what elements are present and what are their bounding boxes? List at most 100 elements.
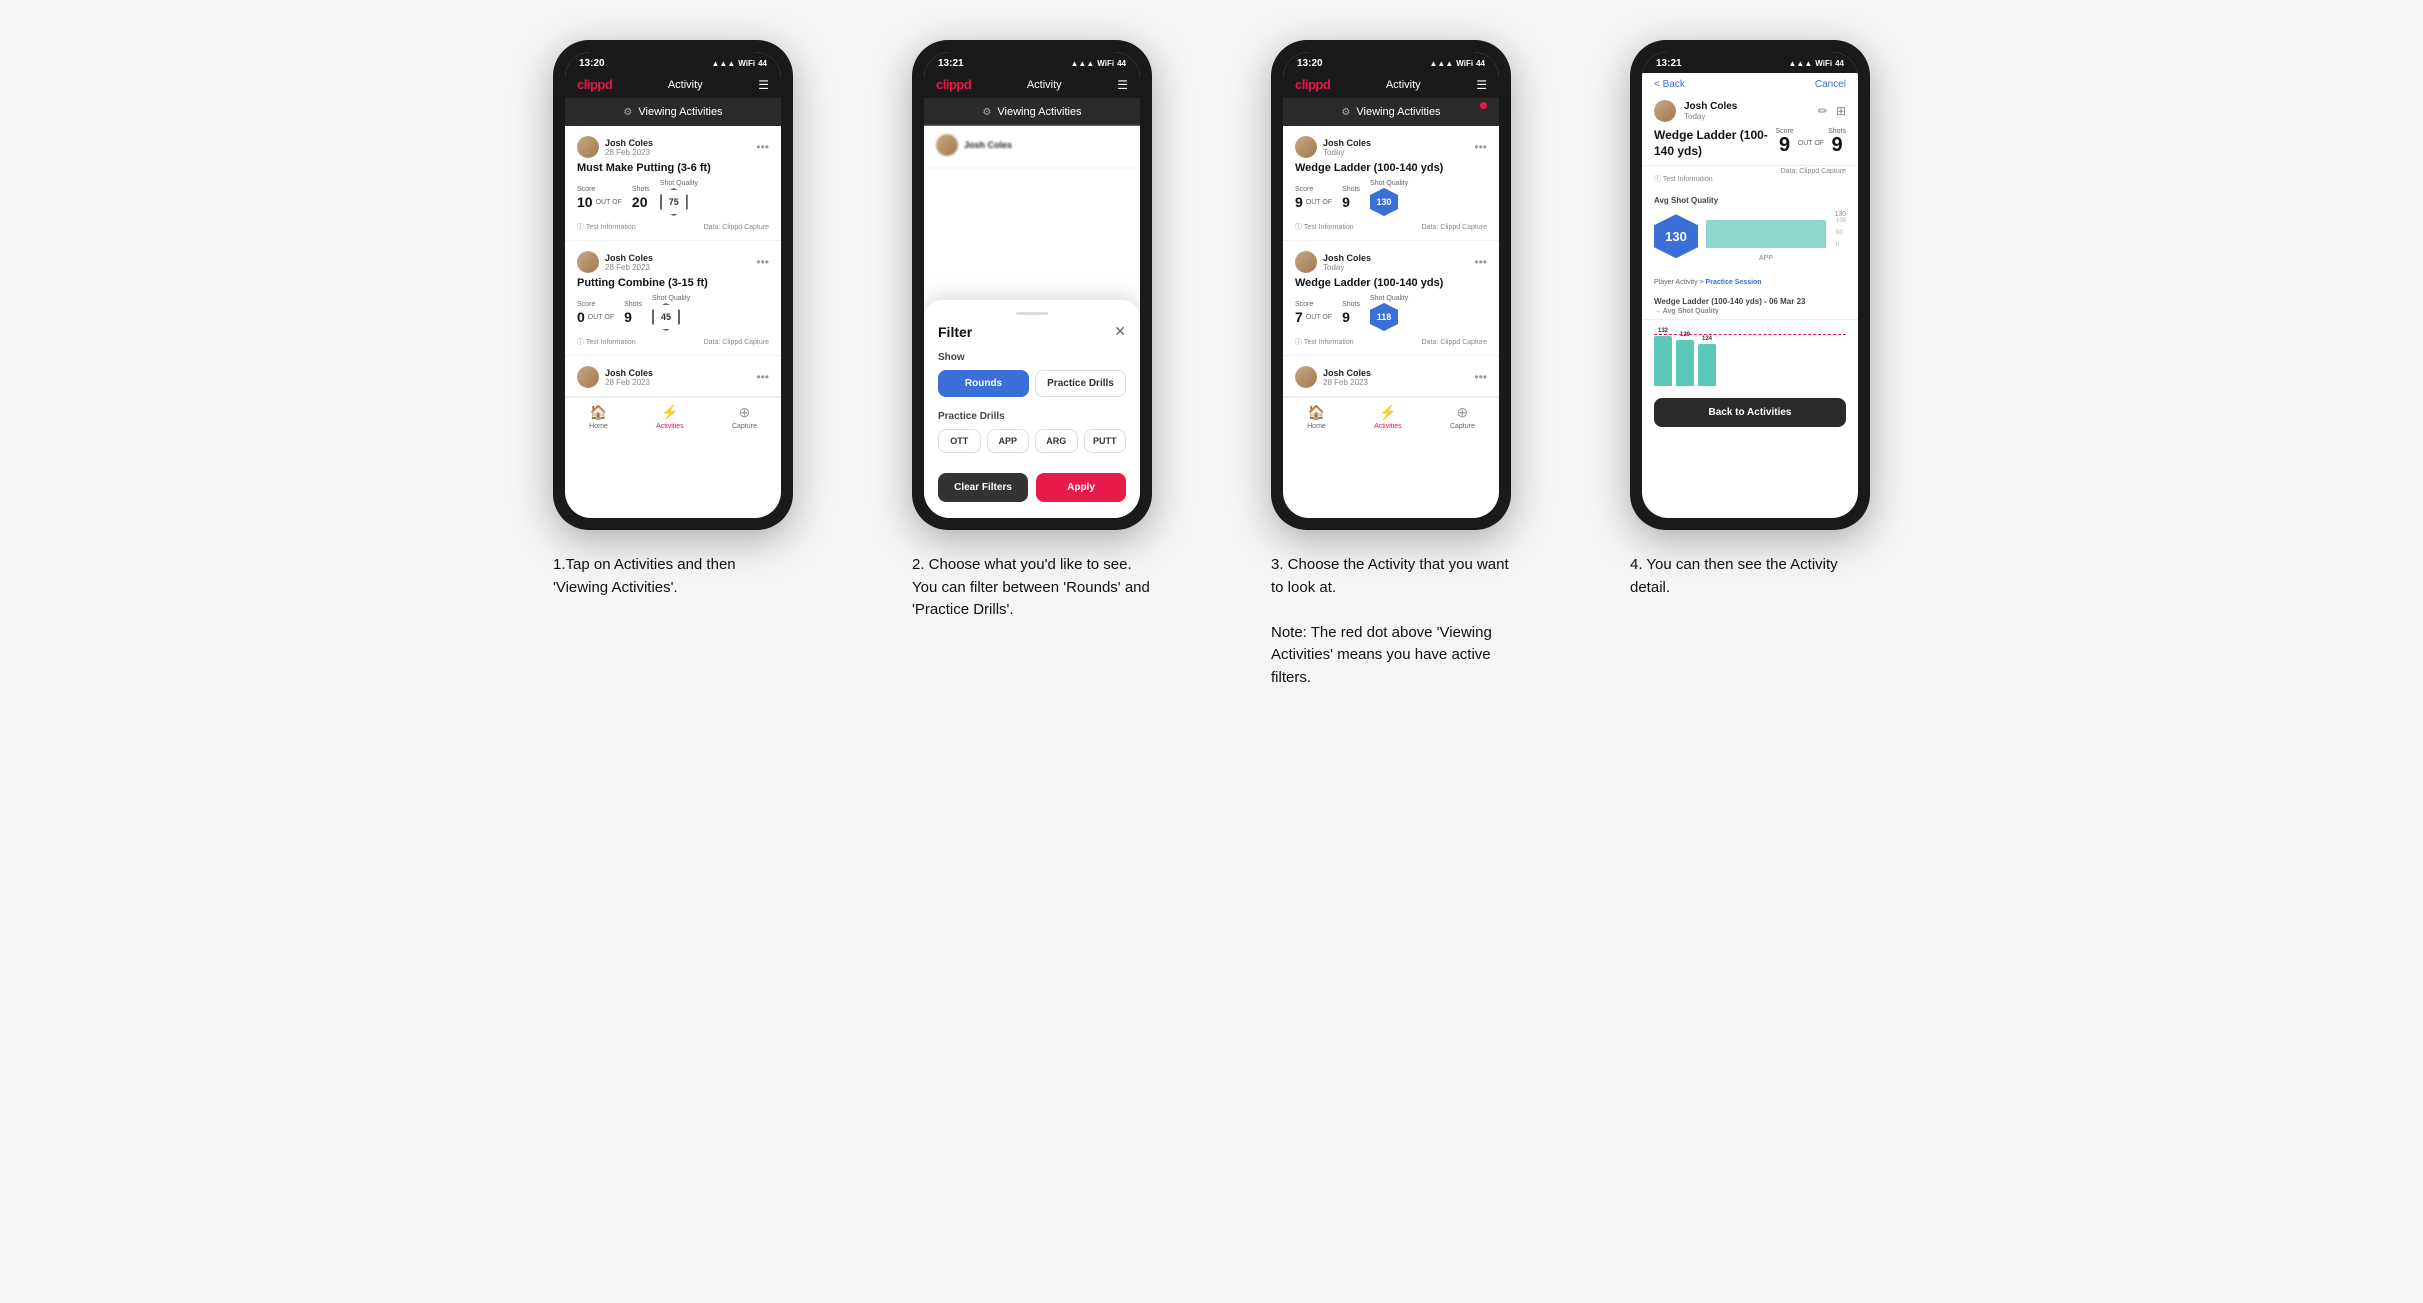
practice-session-link[interactable]: Practice Session [1706, 279, 1762, 286]
activity-card-3-2[interactable]: Josh Coles Today ••• Wedge Ladder (100-1… [1283, 241, 1499, 356]
more-btn-1-1[interactable]: ••• [756, 140, 769, 154]
more-btn-1-3[interactable]: ••• [756, 370, 769, 384]
activity-card-1-3[interactable]: Josh Coles 28 Feb 2023 ••• [565, 356, 781, 397]
viewing-banner-3[interactable]: ⚙ Viewing Activities [1283, 98, 1499, 126]
filter-icon-3: ⚙ [1341, 107, 1350, 118]
app-logo-2: clippd [936, 77, 971, 92]
app-header-3: clippd Activity ☰ [1283, 73, 1499, 98]
bar-chart: 132 129 124 [1654, 326, 1846, 386]
card-footer-1-1: ⓘ Test Information Data: Clippd Capture [577, 222, 769, 232]
battery-icon-4: 44 [1835, 59, 1844, 68]
avatar-1-1 [577, 136, 599, 158]
avatar-1-2 [577, 251, 599, 273]
nav-activities-3[interactable]: ⚡ Activities [1374, 404, 1402, 430]
wifi-icon-4: WiFi [1815, 59, 1832, 68]
info-line1: ⓘ Test Information [1654, 176, 1713, 183]
activity-card-1-2[interactable]: Josh Coles 28 Feb 2023 ••• Putting Combi… [565, 241, 781, 356]
nav-home-1[interactable]: 🏠 Home [589, 404, 608, 430]
stats-row-3-2: Score 7 OUT OF Shots 9 Shot Quality [1295, 295, 1487, 331]
activity-card-3-1[interactable]: Josh Coles Today ••• Wedge Ladder (100-1… [1283, 126, 1499, 241]
menu-icon-2[interactable]: ☰ [1117, 78, 1128, 92]
detail-activity-title: Wedge Ladder (100-140 yds) [1654, 128, 1775, 159]
bar-col-3: 124 [1698, 336, 1716, 386]
more-btn-3-2[interactable]: ••• [1474, 255, 1487, 269]
nav-capture-3[interactable]: ⊕ Capture [1450, 404, 1475, 430]
drill-btns-row: OTT APP ARG PUTT [938, 429, 1126, 453]
battery-icon-1: 44 [758, 59, 767, 68]
user-name-3-1: Josh Coles [1323, 138, 1371, 148]
activity-card-1-1[interactable]: Josh Coles 28 Feb 2023 ••• Must Make Put… [565, 126, 781, 241]
bottom-nav-1: 🏠 Home ⚡ Activities ⊕ Capture [565, 397, 781, 434]
cancel-btn[interactable]: Cancel [1815, 79, 1846, 90]
detail-title-block: Wedge Ladder (100-140 yds) [1654, 128, 1775, 159]
putt-btn[interactable]: PUTT [1084, 429, 1127, 453]
chart-x-label: APP [1706, 255, 1826, 262]
signal-icon-2: ▲▲▲ [1071, 59, 1095, 68]
user-date-1-3: 28 Feb 2023 [605, 378, 653, 387]
apply-btn[interactable]: Apply [1036, 473, 1126, 502]
more-btn-3-3[interactable]: ••• [1474, 370, 1487, 384]
info-right-1-1: Data: Clippd Capture [704, 224, 769, 231]
signal-icon-1: ▲▲▲ [712, 59, 736, 68]
filter-icon-1: ⚙ [623, 107, 632, 118]
activities-icon-1: ⚡ [661, 404, 678, 421]
signal-icon-3: ▲▲▲ [1430, 59, 1454, 68]
menu-icon-1[interactable]: ☰ [758, 78, 769, 92]
session-subtitle-title: Wedge Ladder (100-140 yds) - 06 Mar 23 [1654, 297, 1846, 306]
step-2-column: 13:21 ▲▲▲ WiFi 44 clippd Activity ☰ ⚙ Vi… [871, 40, 1194, 622]
menu-icon-3[interactable]: ☰ [1476, 78, 1487, 92]
score-val-3-1: 9 [1295, 194, 1303, 210]
back-btn[interactable]: < Back [1654, 79, 1685, 90]
shots-label-1-2: Shots [624, 301, 642, 308]
more-btn-3-1[interactable]: ••• [1474, 140, 1487, 154]
info-left-3-2: ⓘ Test Information [1295, 337, 1354, 347]
session-title: Wedge Ladder (100-140 yds) - 06 Mar 23 →… [1642, 293, 1858, 320]
bar-rect-2 [1676, 340, 1694, 386]
rounds-toggle[interactable]: Rounds [938, 370, 1029, 397]
status-icons-4: ▲▲▲ WiFi 44 [1789, 59, 1844, 68]
clear-filters-btn[interactable]: Clear Filters [938, 473, 1028, 502]
step-4-caption: 4. You can then see the Activity detail. [1630, 554, 1870, 599]
bar-col-1: 132 [1654, 328, 1672, 386]
viewing-banner-1[interactable]: ⚙ Viewing Activities [565, 98, 781, 126]
avg-shot-section: Avg Shot Quality 130 130 100 50 0 [1642, 190, 1858, 267]
info-left-3-1: ⓘ Test Information [1295, 222, 1354, 232]
info-left-1-2: ⓘ Test Information [577, 337, 636, 347]
phone-3-screen: 13:20 ▲▲▲ WiFi 44 clippd Activity ☰ ⚙ Vi… [1283, 52, 1499, 518]
wifi-icon-3: WiFi [1456, 59, 1473, 68]
ott-btn[interactable]: OTT [938, 429, 981, 453]
status-icons-3: ▲▲▲ WiFi 44 [1430, 59, 1485, 68]
activity-title-3-1: Wedge Ladder (100-140 yds) [1295, 162, 1487, 174]
nav-activities-1[interactable]: ⚡ Activities [656, 404, 684, 430]
more-btn-1-2[interactable]: ••• [756, 255, 769, 269]
edit-icon[interactable]: ✏ [1818, 104, 1828, 118]
practice-drills-toggle[interactable]: Practice Drills [1035, 370, 1126, 397]
bottom-nav-3: 🏠 Home ⚡ Activities ⊕ Capture [1283, 397, 1499, 434]
step-3-column: 13:20 ▲▲▲ WiFi 44 clippd Activity ☰ ⚙ Vi… [1230, 40, 1553, 689]
quality-label-3-2: Shot Quality [1370, 295, 1408, 302]
app-logo-1: clippd [577, 77, 612, 92]
step-2-caption: 2. Choose what you'd like to see. You ca… [912, 554, 1152, 622]
y-50: 50 [1836, 230, 1846, 236]
shots-val-3-1: 9 [1342, 194, 1360, 210]
status-icons-2: ▲▲▲ WiFi 44 [1071, 59, 1126, 68]
app-title-3: Activity [1386, 79, 1421, 91]
nav-capture-1[interactable]: ⊕ Capture [732, 404, 757, 430]
app-btn[interactable]: APP [987, 429, 1030, 453]
activity-title-1-2: Putting Combine (3-15 ft) [577, 277, 769, 289]
y-axis: 100 50 0 [1836, 218, 1846, 248]
shots-val-1-1: 20 [632, 194, 650, 210]
user-date-1-1: 28 Feb 2023 [605, 148, 653, 157]
nav-home-3[interactable]: 🏠 Home [1307, 404, 1326, 430]
expand-icon[interactable]: ⊞ [1836, 104, 1846, 118]
activity-card-3-3[interactable]: Josh Coles 28 Feb 2023 ••• [1283, 356, 1499, 397]
time-4: 13:21 [1656, 58, 1682, 69]
arg-btn[interactable]: ARG [1035, 429, 1078, 453]
activity-title-3-2: Wedge Ladder (100-140 yds) [1295, 277, 1487, 289]
bar-col-2: 129 [1676, 332, 1694, 386]
shots-column: Shots 9 [1828, 128, 1846, 155]
viewing-banner-2[interactable]: ⚙ Viewing Activities [924, 98, 1140, 126]
out-of-col: OUT OF [1798, 140, 1824, 147]
close-btn[interactable]: ✕ [1114, 323, 1126, 340]
back-to-activities-btn[interactable]: Back to Activities [1654, 398, 1846, 427]
